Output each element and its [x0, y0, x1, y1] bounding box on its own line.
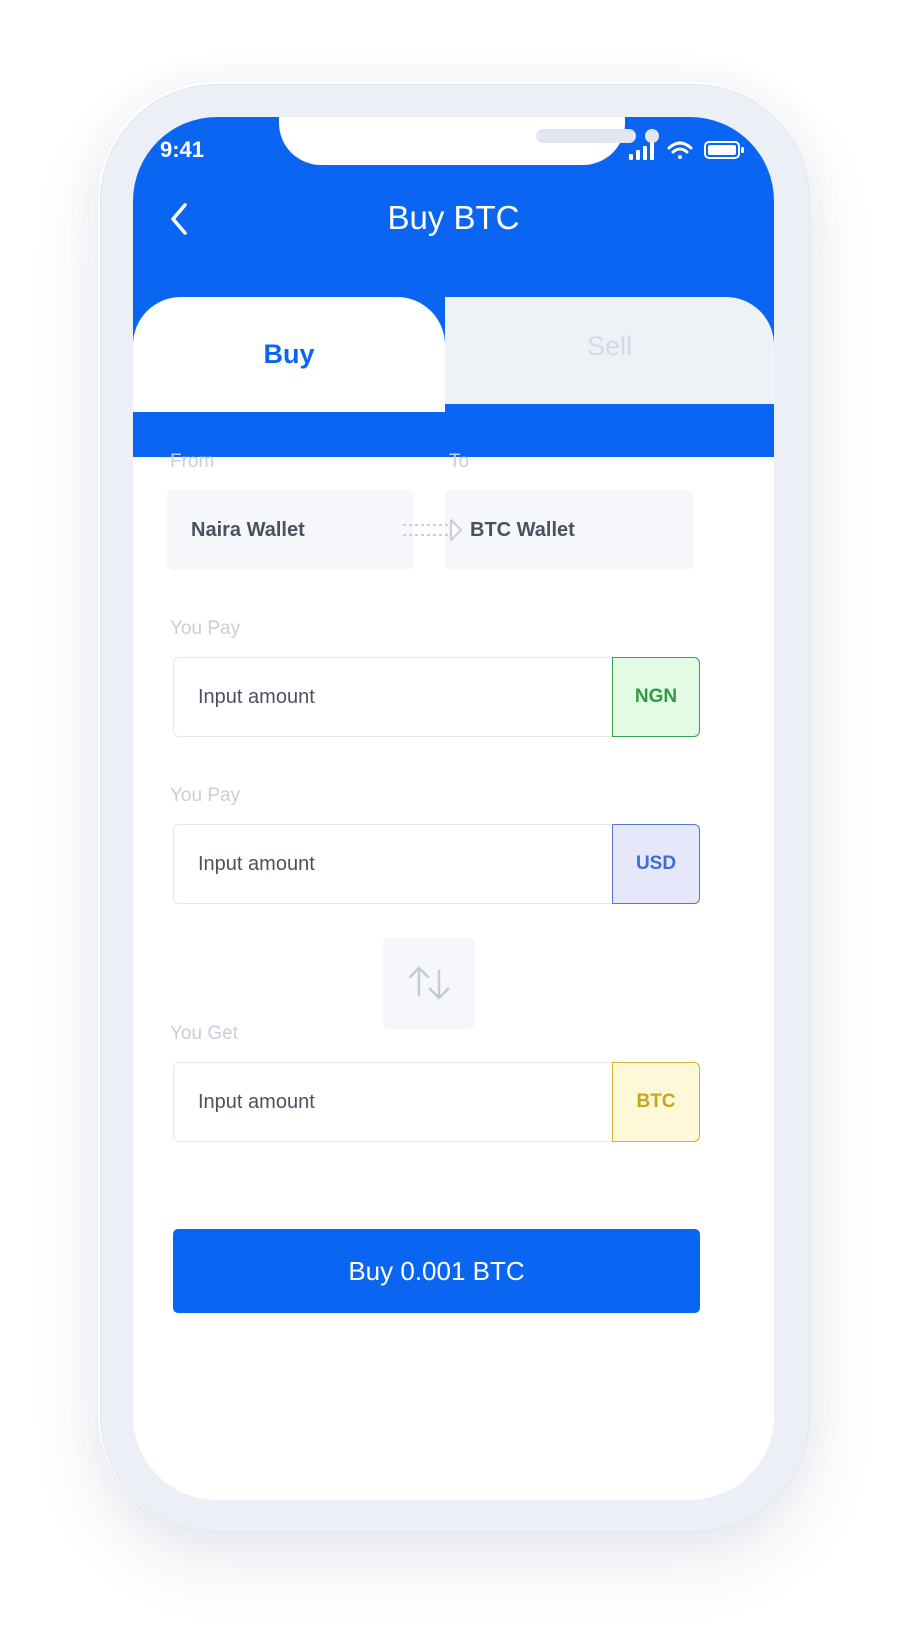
swap-arrows-icon	[408, 966, 450, 1000]
to-label: To	[449, 451, 470, 472]
btc-amount-input[interactable]: Input amount	[198, 1063, 598, 1141]
tab-sell[interactable]: Sell	[445, 297, 774, 404]
swap-button[interactable]	[383, 937, 475, 1029]
ngn-amount-field: Input amount NGN	[173, 657, 700, 737]
you-pay-ngn-label: You Pay	[170, 618, 241, 639]
usd-amount-input[interactable]: Input amount	[198, 825, 598, 903]
speaker-grill	[536, 129, 636, 143]
btc-currency-button[interactable]: BTC	[612, 1062, 700, 1142]
buy-button[interactable]: Buy 0.001 BTC	[173, 1229, 700, 1313]
you-get-label: You Get	[170, 1023, 238, 1044]
status-icons	[629, 141, 744, 160]
tabs: Sell Buy	[133, 297, 774, 412]
usd-amount-field: Input amount USD	[173, 824, 700, 904]
from-wallet-select[interactable]: Naira Wallet	[167, 490, 414, 570]
ngn-amount-input[interactable]: Input amount	[198, 658, 598, 736]
signal-icon	[629, 142, 654, 160]
transfer-arrow-icon	[403, 519, 462, 541]
app-screen: 9:41 Buy BTC Sell Buy From To Naira Wall…	[133, 117, 774, 1500]
to-wallet-value: BTC Wallet	[470, 518, 575, 541]
battery-icon	[704, 141, 744, 159]
from-label: From	[170, 451, 215, 472]
ngn-currency-button[interactable]: NGN	[612, 657, 700, 737]
tab-buy[interactable]: Buy	[133, 297, 445, 412]
from-wallet-value: Naira Wallet	[191, 518, 305, 541]
usd-currency-button[interactable]: USD	[612, 824, 700, 904]
btc-amount-field: Input amount BTC	[173, 1062, 700, 1142]
status-time: 9:41	[160, 137, 205, 162]
wifi-icon	[667, 141, 693, 159]
phone-notch	[279, 117, 659, 165]
to-wallet-select[interactable]: BTC Wallet	[445, 490, 693, 570]
page-title: Buy BTC	[387, 199, 520, 236]
you-pay-usd-label: You Pay	[170, 785, 241, 806]
